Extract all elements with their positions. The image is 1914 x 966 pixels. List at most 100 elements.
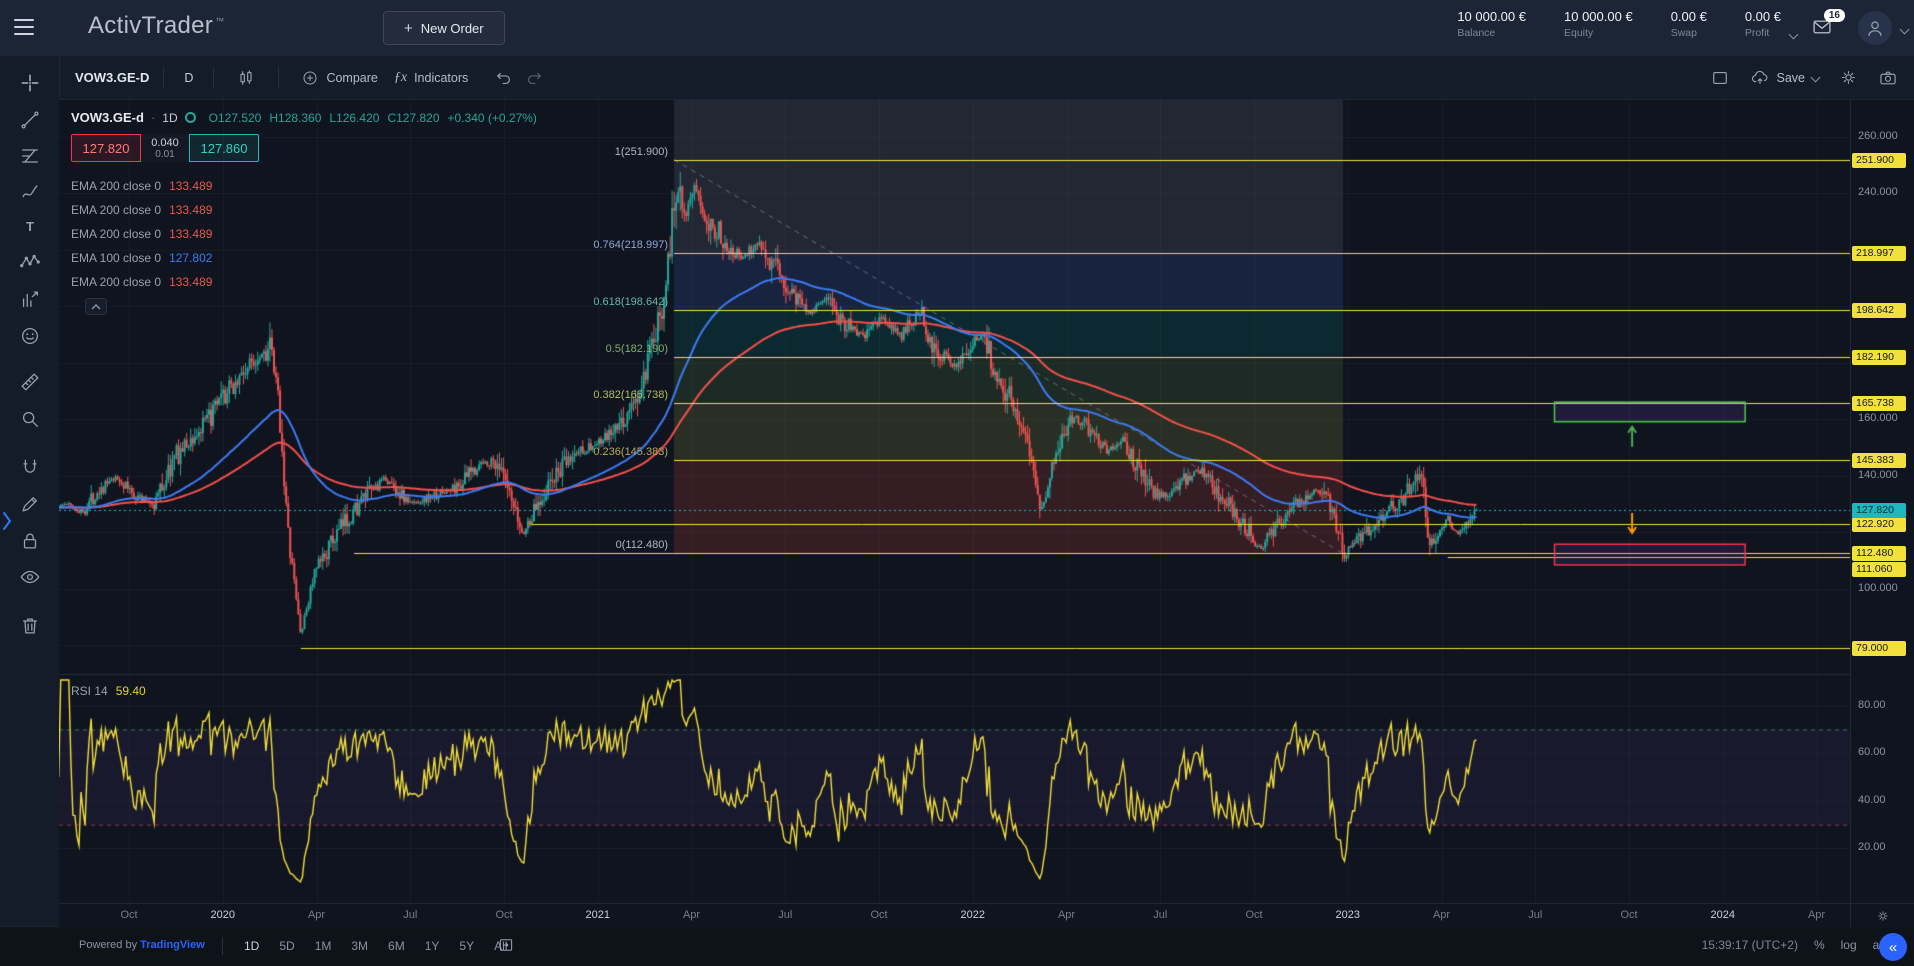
user-avatar[interactable] — [1858, 11, 1892, 45]
brush-icon — [19, 181, 41, 203]
camera-icon[interactable] — [1878, 68, 1898, 88]
price-axis-label: 160.000 — [1858, 412, 1898, 424]
measure-tool[interactable] — [12, 367, 48, 397]
rsi-axis-label: 80.00 — [1858, 699, 1886, 711]
price-axis[interactable]: 260.000240.000160.000140.000100.00080.00… — [1850, 100, 1914, 903]
chart-style-button[interactable] — [228, 64, 264, 92]
app-logo: ActivTrader™ — [88, 12, 224, 40]
indicator-value: 133.489 — [169, 275, 212, 289]
time-axis-label: 2021 — [586, 909, 610, 921]
percent-scale-toggle[interactable]: % — [1814, 938, 1825, 952]
equity-value: 10 000.00 € — [1564, 9, 1633, 24]
chart-area: VOW3.GE-d · 1D O127.520 H128.360 L126.42… — [59, 100, 1914, 927]
text-icon: T — [19, 216, 41, 238]
range-1y[interactable]: 1Y — [419, 936, 446, 956]
new-order-button[interactable]: + New Order — [383, 11, 505, 45]
gear-icon — [1876, 909, 1890, 923]
indicators-button[interactable]: ƒx Indicators — [386, 66, 476, 90]
range-5d[interactable]: 5D — [273, 936, 300, 956]
forecast-tool[interactable] — [12, 284, 48, 314]
chevron-down-icon[interactable] — [1789, 30, 1799, 40]
price-level-badge: 79.000 — [1852, 641, 1906, 656]
crosshair-tool[interactable] — [12, 68, 48, 98]
pattern-tool[interactable] — [12, 247, 48, 277]
drawing-toolbar: T — [0, 56, 60, 927]
rsi-legend[interactable]: RSI 14 59.40 — [71, 684, 146, 698]
time-axis-label: Oct — [120, 909, 137, 921]
collapse-panel-button[interactable]: « — [1879, 933, 1907, 961]
legend-separator: · — [151, 110, 155, 125]
watchlist-expander-button[interactable] — [0, 507, 16, 535]
fib-retracement-tool[interactable] — [12, 141, 48, 171]
range-5y[interactable]: 5Y — [453, 936, 480, 956]
indicator-value: 133.489 — [169, 179, 212, 193]
save-button[interactable]: Save — [1750, 68, 1820, 88]
fib-level-label: 1(251.900) — [615, 146, 668, 158]
compare-button[interactable]: Compare — [293, 65, 385, 91]
indicator-row[interactable]: EMA 200 close 0133.489 — [71, 270, 537, 294]
balance-label: Balance — [1457, 27, 1526, 39]
brush-tool[interactable] — [12, 177, 48, 207]
trend-line-tool[interactable] — [12, 105, 48, 135]
indicator-label: EMA 200 close 0 — [71, 227, 161, 241]
lock-drawings-tool[interactable] — [12, 526, 48, 556]
stat-equity: 10 000.00 € Equity — [1564, 9, 1633, 39]
pip-value: 0.01 — [155, 149, 174, 160]
gear-icon[interactable] — [1839, 68, 1858, 87]
magnet-tool[interactable] — [12, 453, 48, 483]
fib-level-label: 0.236(145.383) — [593, 446, 668, 458]
tradingview-link[interactable]: TradingView — [140, 939, 205, 951]
emoji-tool[interactable] — [12, 321, 48, 351]
save-label: Save — [1777, 71, 1806, 85]
axis-controls: 15:39:17 (UTC+2) % log auto — [1702, 938, 1896, 952]
redo-icon[interactable] — [524, 68, 544, 88]
time-axis[interactable]: Oct2020AprJulOct2021AprJulOct2022AprJulO… — [59, 903, 1914, 928]
range-6m[interactable]: 6M — [382, 936, 411, 956]
indicators-label: Indicators — [414, 71, 468, 85]
remove-drawings-tool[interactable] — [12, 611, 48, 641]
price-level-badge: 145.383 — [1852, 453, 1906, 468]
range-3m[interactable]: 3M — [345, 936, 374, 956]
rsi-axis-label: 60.00 — [1858, 746, 1886, 758]
menu-icon[interactable] — [14, 19, 36, 37]
legend-symbol-row[interactable]: VOW3.GE-d · 1D O127.520 H128.360 L126.42… — [71, 110, 537, 125]
zoom-tool[interactable] — [12, 404, 48, 434]
quote-widget: 127.820 0.040 0.01 127.860 — [71, 134, 537, 162]
swap-value: 0.00 € — [1671, 9, 1707, 24]
interval-button[interactable]: D — [178, 67, 199, 89]
price-level-badge: 112.480 — [1852, 546, 1906, 561]
change-value: +0.340 (+0.27%) — [448, 111, 537, 125]
text-tool[interactable]: T — [12, 212, 48, 242]
sell-button[interactable]: 127.820 — [71, 134, 141, 162]
account-stats: 10 000.00 € Balance 10 000.00 € Equity 0… — [1457, 9, 1781, 39]
indicator-row[interactable]: EMA 100 close 0127.802 — [71, 246, 537, 270]
axis-settings-corner[interactable] — [1850, 903, 1914, 927]
indicator-label: EMA 100 close 0 — [71, 251, 161, 265]
indicator-row[interactable]: EMA 200 close 0133.489 — [71, 198, 537, 222]
layout-icon[interactable] — [1710, 68, 1730, 88]
range-1m[interactable]: 1M — [309, 936, 338, 956]
logo-text: ActivTrader — [88, 12, 213, 39]
indicator-row[interactable]: EMA 200 close 0133.489 — [71, 174, 537, 198]
undo-icon[interactable] — [494, 68, 514, 88]
go-to-date-button[interactable] — [497, 936, 515, 954]
chart-toolbar: VOW3.GE-D D Compare ƒx Indicators — [59, 56, 1914, 100]
divider — [163, 67, 164, 89]
mail-button[interactable]: 16 — [1810, 17, 1834, 37]
price-level-badge: 182.190 — [1852, 350, 1906, 365]
log-scale-toggle[interactable]: log — [1841, 938, 1857, 952]
go-to-date-icon — [497, 936, 515, 954]
crosshair-icon — [19, 72, 41, 94]
chevron-down-icon — [1811, 73, 1821, 83]
hide-drawings-tool[interactable] — [12, 562, 48, 592]
range-1d[interactable]: 1D — [238, 936, 265, 956]
rsi-value: 59.40 — [116, 684, 146, 698]
chevron-down-icon[interactable] — [1900, 25, 1910, 35]
buy-button[interactable]: 127.860 — [189, 134, 259, 162]
draw-tool[interactable] — [12, 489, 48, 519]
profit-value: 0.00 € — [1745, 9, 1781, 24]
indicator-row[interactable]: EMA 200 close 0133.489 — [71, 222, 537, 246]
magnet-icon — [19, 457, 41, 479]
symbol-button[interactable]: VOW3.GE-D — [75, 70, 149, 85]
legend-collapse-button[interactable] — [85, 298, 107, 315]
